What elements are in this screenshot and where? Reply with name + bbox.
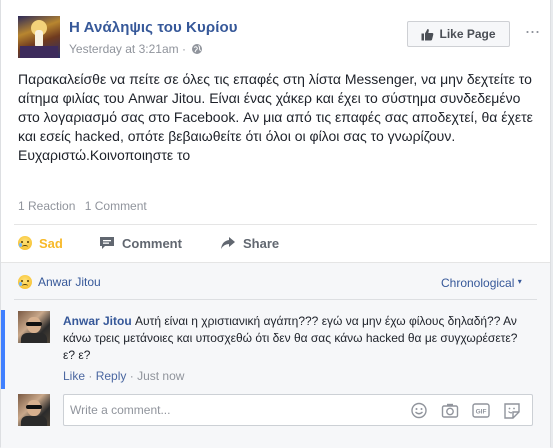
comment-reply-link[interactable]: Reply: [96, 369, 127, 383]
thumbs-up-icon: [421, 28, 434, 40]
comment-text: Αυτή είναι η χριστιανική αγάπη??? εγώ να…: [63, 314, 518, 362]
emoji-icon[interactable]: [410, 402, 428, 419]
comment-sort-dropdown[interactable]: Chronological ▾: [441, 276, 522, 290]
sad-label: Sad: [39, 235, 63, 251]
separator-dot: ·: [129, 369, 134, 383]
comment-body: Anwar Jitou Αυτή είναι η χριστιανική αγά…: [63, 313, 518, 364]
post-text: Παρακαλείσθε να πείτε σε όλες τις επαφές…: [18, 71, 533, 163]
write-comment-input[interactable]: [64, 395, 406, 425]
post-meta: Yesterday at 3:21am ·: [69, 42, 203, 56]
separator-dot: ·: [88, 369, 93, 383]
reactor-line: Anwar Jitou: [18, 275, 101, 289]
divider: [14, 224, 537, 225]
comment-button[interactable]: Comment: [99, 232, 182, 254]
globe-icon: [192, 44, 203, 54]
write-comment-box: GIF: [63, 394, 533, 426]
divider: [14, 299, 537, 300]
comment-actions: Like · Reply · Just now: [63, 369, 184, 383]
post-counts: 1 Reaction 1 Comment: [18, 199, 153, 213]
comment-time[interactable]: Just now: [137, 369, 184, 383]
commenter-avatar[interactable]: [18, 311, 50, 343]
camera-icon[interactable]: [441, 402, 459, 419]
post-card: Η Ανάληψις του Κυρίου Yesterday at 3:21a…: [0, 0, 551, 448]
comment-icon: [100, 237, 114, 249]
page-avatar[interactable]: [18, 16, 60, 58]
post-timestamp[interactable]: Yesterday at 3:21am: [69, 42, 179, 56]
sad-emoji-icon: [18, 236, 32, 250]
share-icon: [221, 237, 235, 249]
share-button[interactable]: Share: [220, 232, 279, 254]
comment-count[interactable]: 1 Comment: [85, 199, 147, 213]
more-options-icon[interactable]: ···: [522, 22, 542, 44]
page-name-link[interactable]: Η Ανάληψις του Κυρίου: [69, 19, 238, 36]
caret-down-icon: ▾: [517, 277, 522, 286]
post-actions: Sad Comment Share: [18, 232, 538, 254]
reaction-count[interactable]: 1 Reaction: [18, 199, 75, 213]
comment-author[interactable]: Anwar Jitou: [63, 314, 132, 328]
sad-reaction-button[interactable]: Sad: [18, 232, 63, 254]
current-user-avatar[interactable]: [18, 394, 50, 426]
gif-icon[interactable]: GIF: [472, 402, 490, 419]
new-comment-highlight: [1, 310, 5, 389]
sort-label: Chronological: [441, 276, 515, 290]
comment-label: Comment: [122, 235, 182, 251]
sticker-icon[interactable]: [503, 402, 521, 419]
comments-section: Anwar Jitou Chronological ▾ Anwar Jitou …: [1, 262, 550, 448]
sad-emoji-icon: [18, 275, 32, 289]
reactor-name[interactable]: Anwar Jitou: [38, 275, 101, 289]
comment-like-link[interactable]: Like: [63, 369, 85, 383]
like-page-label: Like Page: [439, 27, 496, 41]
like-page-button[interactable]: Like Page: [407, 21, 510, 47]
meta-separator: ·: [181, 42, 186, 56]
svg-text:GIF: GIF: [476, 409, 487, 416]
share-label: Share: [243, 235, 280, 251]
